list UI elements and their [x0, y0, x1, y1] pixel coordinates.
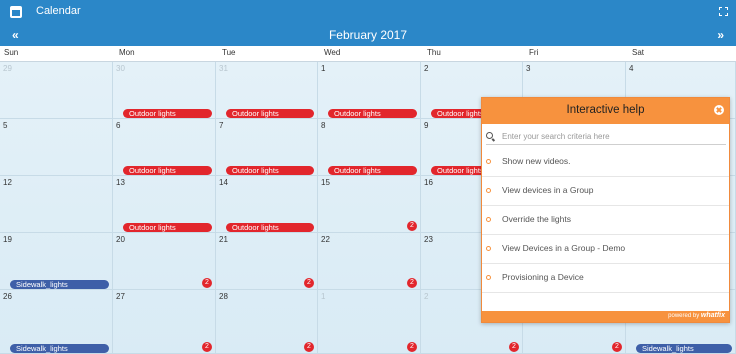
help-footer: powered by whatfix: [482, 311, 729, 322]
more-events-badge[interactable]: 2: [304, 342, 314, 352]
day-number: 1: [321, 292, 326, 301]
day-number: 29: [3, 64, 12, 73]
more-events-badge[interactable]: 2: [407, 221, 417, 231]
more-events-badge[interactable]: 2: [304, 278, 314, 288]
day-number: 12: [3, 178, 12, 187]
month-title: February 2017: [328, 28, 408, 42]
event-chip[interactable]: Outdoor lights: [226, 109, 314, 118]
help-topic-item[interactable]: View Devices in a Group - Demo: [482, 235, 729, 264]
more-events-badge[interactable]: 2: [407, 342, 417, 352]
day-number: 2: [424, 64, 429, 73]
app-header: Calendar: [0, 0, 736, 24]
day-cell[interactable]: 21: [216, 233, 318, 290]
day-number: 8: [321, 121, 326, 130]
help-topic-label: Override the lights: [502, 214, 571, 224]
day-number: 9: [424, 121, 429, 130]
more-events-badge[interactable]: 2: [612, 342, 622, 352]
month-navigation: « February 2017 »: [0, 24, 736, 46]
next-month-button[interactable]: »: [717, 28, 724, 42]
day-number: 5: [3, 121, 8, 130]
more-events-badge[interactable]: 2: [407, 278, 417, 288]
event-chip[interactable]: Sidewalk_lights: [636, 344, 732, 353]
day-cell[interactable]: 15: [318, 176, 421, 233]
calendar-icon: [10, 6, 22, 18]
search-icon: [486, 132, 493, 139]
weekday-1: Mon: [119, 48, 135, 57]
interactive-help-panel: Interactive help Show new videos. View de…: [481, 97, 730, 323]
day-cell[interactable]: 27: [113, 290, 216, 354]
help-topic-item[interactable]: Provisioning a Device: [482, 264, 729, 293]
day-number: 23: [424, 235, 433, 244]
bullet-icon: [486, 159, 491, 164]
help-topic-item[interactable]: Override the lights: [482, 206, 729, 235]
day-cell[interactable]: 5: [0, 119, 113, 176]
bullet-icon: [486, 275, 491, 280]
weekday-4: Thu: [427, 48, 441, 57]
powered-by: powered by whatfix: [668, 312, 725, 319]
help-title: Interactive help: [566, 104, 645, 116]
help-topic-item[interactable]: Show new videos.: [482, 148, 729, 177]
day-number: 15: [321, 178, 330, 187]
day-cell[interactable]: 28: [216, 290, 318, 354]
event-chip[interactable]: Outdoor lights: [123, 109, 212, 118]
day-number: 3: [526, 64, 531, 73]
weekday-0: Sun: [4, 48, 19, 57]
help-topic-label: Show new videos.: [502, 156, 571, 166]
day-number: 19: [3, 235, 12, 244]
day-number: 26: [3, 292, 12, 301]
day-cell[interactable]: 22: [318, 233, 421, 290]
day-cell[interactable]: 1: [318, 290, 421, 354]
weekday-6: Sat: [632, 48, 645, 57]
weekday-5: Fri: [529, 48, 539, 57]
day-number: 22: [321, 235, 330, 244]
day-cell[interactable]: 20: [113, 233, 216, 290]
weekday-header: Sun Mon Tue Wed Thu Fri Sat: [0, 46, 736, 62]
help-header: Interactive help: [482, 98, 729, 124]
more-events-badge[interactable]: 2: [509, 342, 519, 352]
day-number: 16: [424, 178, 433, 187]
whatfix-logo: whatfix: [700, 312, 725, 319]
event-chip[interactable]: Outdoor lights: [226, 223, 314, 232]
weekday-2: Tue: [222, 48, 236, 57]
day-number: 6: [116, 121, 121, 130]
day-number: 28: [219, 292, 228, 301]
help-topic-label: View Devices in a Group - Demo: [502, 243, 626, 253]
app-title: Calendar: [36, 5, 81, 17]
day-number: 13: [116, 178, 125, 187]
close-icon[interactable]: [714, 105, 724, 115]
day-number: 31: [219, 64, 228, 73]
more-events-badge[interactable]: 2: [202, 342, 212, 352]
day-number: 14: [219, 178, 228, 187]
day-number: 27: [116, 292, 125, 301]
day-number: 2: [424, 292, 429, 301]
bullet-icon: [486, 217, 491, 222]
day-number: 21: [219, 235, 228, 244]
help-topic-label: Provisioning a Device: [502, 272, 584, 282]
event-chip[interactable]: Outdoor lights: [328, 109, 417, 118]
day-number: 7: [219, 121, 224, 130]
bullet-icon: [486, 188, 491, 193]
event-chip[interactable]: Sidewalk_lights: [10, 344, 109, 353]
fullscreen-icon[interactable]: [719, 7, 728, 16]
bullet-icon: [486, 246, 491, 251]
help-search-input[interactable]: [502, 129, 722, 144]
weekday-3: Wed: [324, 48, 341, 57]
event-chip[interactable]: Outdoor lights: [328, 166, 417, 175]
event-chip[interactable]: Outdoor lights: [123, 223, 212, 232]
day-number: 30: [116, 64, 125, 73]
day-cell[interactable]: 29: [0, 62, 113, 119]
help-topic-label: View devices in a Group: [502, 185, 594, 195]
day-number: 1: [321, 64, 326, 73]
more-events-badge[interactable]: 2: [202, 278, 212, 288]
help-search: [486, 129, 726, 145]
day-cell[interactable]: 12: [0, 176, 113, 233]
event-chip[interactable]: Sidewalk_lights: [10, 280, 109, 289]
day-number: 4: [629, 64, 634, 73]
event-chip[interactable]: Outdoor lights: [226, 166, 314, 175]
day-number: 20: [116, 235, 125, 244]
event-chip[interactable]: Outdoor lights: [123, 166, 212, 175]
help-topic-item[interactable]: View devices in a Group: [482, 177, 729, 206]
